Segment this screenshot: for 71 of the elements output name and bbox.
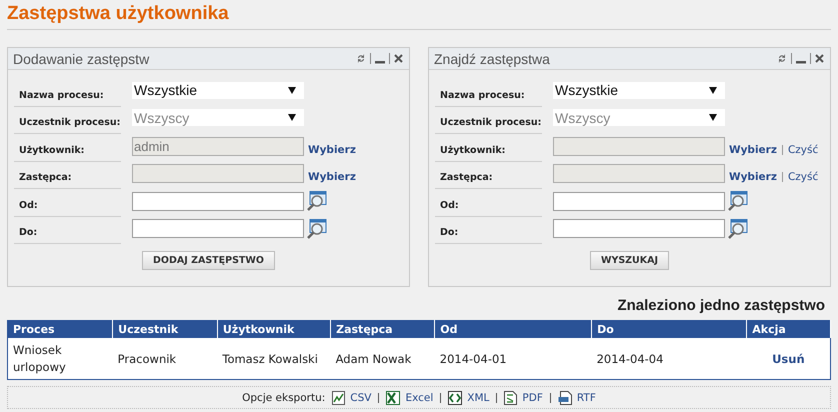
dropdown[interactable]: Wszystkie bbox=[132, 82, 304, 98]
panel-title: Dodawanie zastępstw bbox=[13, 50, 150, 66]
caret-icon bbox=[709, 114, 717, 121]
table-cell: Pracownik bbox=[112, 338, 218, 380]
field-label: Użytkownik: bbox=[14, 144, 121, 162]
code-file-icon bbox=[448, 390, 462, 404]
table-cell: 2014-04-04 bbox=[592, 338, 747, 380]
column-header[interactable]: Do bbox=[592, 320, 747, 338]
input-field[interactable] bbox=[553, 136, 725, 156]
submit-button[interactable]: DODAJ ZASTĘPSTWO bbox=[142, 251, 275, 270]
column-header[interactable]: Od bbox=[434, 320, 592, 338]
refresh-icon[interactable] bbox=[356, 53, 366, 64]
link[interactable]: Wybierz bbox=[308, 171, 356, 183]
field-label: Do: bbox=[435, 227, 542, 244]
calendar-magnifier-icon[interactable] bbox=[306, 191, 327, 211]
page-title: Zastępstwa użytkownika bbox=[7, 2, 230, 26]
document-icon bbox=[558, 390, 572, 404]
input-field[interactable]: admin bbox=[132, 136, 304, 156]
caret-icon bbox=[288, 86, 296, 94]
column-header[interactable]: Uczestnik bbox=[112, 320, 218, 338]
document-icon bbox=[504, 390, 518, 404]
refresh-icon[interactable] bbox=[777, 53, 787, 64]
field-label: Od: bbox=[14, 200, 121, 216]
table-cell: Wniosek urlopowy bbox=[8, 338, 113, 380]
export-link[interactable]: PDF bbox=[522, 392, 543, 404]
link[interactable]: Wybierz bbox=[308, 144, 356, 156]
table-cell: 2014-04-01 bbox=[434, 338, 592, 380]
export-link[interactable]: XML bbox=[467, 392, 490, 404]
export-link[interactable]: RTF bbox=[576, 392, 596, 404]
column-header[interactable]: Zastępca bbox=[330, 320, 435, 338]
column-header[interactable]: Użytkownik bbox=[217, 320, 331, 338]
close-icon[interactable] bbox=[394, 54, 403, 63]
calendar-magnifier-icon[interactable] bbox=[306, 218, 327, 238]
input-field[interactable] bbox=[132, 219, 304, 238]
dropdown[interactable]: Wszystkie bbox=[553, 82, 725, 98]
field-label: Użytkownik: bbox=[435, 144, 542, 162]
export-link[interactable]: Excel bbox=[405, 392, 434, 404]
link[interactable]: Czyść bbox=[788, 144, 818, 156]
field-label: Do: bbox=[14, 227, 121, 244]
field-label: Nazwa procesu: bbox=[435, 90, 542, 106]
submit-button[interactable]: WYSZUKAJ bbox=[590, 251, 670, 270]
field-label: Od: bbox=[435, 200, 542, 216]
export-link[interactable]: CSV bbox=[350, 392, 372, 404]
panel-title: Znajdź zastępstwa bbox=[434, 50, 550, 66]
column-header[interactable]: Proces bbox=[8, 320, 113, 338]
close-icon[interactable] bbox=[815, 54, 824, 63]
link[interactable]: Czyść bbox=[788, 171, 818, 183]
link[interactable]: Wybierz bbox=[729, 171, 777, 183]
result-summary: Znaleziono jedno zastępstwo bbox=[616, 297, 825, 314]
input-field[interactable] bbox=[553, 192, 725, 210]
field-label: Zastępca: bbox=[435, 172, 542, 189]
field-label: Zastępca: bbox=[14, 172, 121, 189]
link[interactable]: Wybierz bbox=[729, 144, 777, 156]
calendar-magnifier-icon[interactable] bbox=[727, 218, 748, 238]
delete-link[interactable]: Usuń bbox=[772, 352, 805, 366]
column-header[interactable]: Akcja bbox=[746, 320, 830, 338]
table-cell: Adam Nowak bbox=[330, 338, 435, 380]
table-cell: Tomasz Kowalski bbox=[217, 338, 331, 380]
caret-icon bbox=[288, 114, 296, 121]
input-field[interactable] bbox=[553, 219, 725, 238]
field-label: Nazwa procesu: bbox=[14, 90, 121, 106]
input-field[interactable] bbox=[132, 164, 304, 183]
caret-icon bbox=[709, 86, 717, 94]
export-label: Opcje eksportu: bbox=[242, 392, 326, 404]
field-label: Uczestnik procesu: bbox=[435, 117, 542, 134]
input-field[interactable] bbox=[132, 192, 304, 210]
chart-file-icon bbox=[332, 390, 346, 404]
spreadsheet-icon bbox=[386, 390, 400, 404]
input-field[interactable] bbox=[553, 164, 725, 183]
calendar-magnifier-icon[interactable] bbox=[727, 191, 748, 211]
field-label: Uczestnik procesu: bbox=[14, 117, 121, 134]
